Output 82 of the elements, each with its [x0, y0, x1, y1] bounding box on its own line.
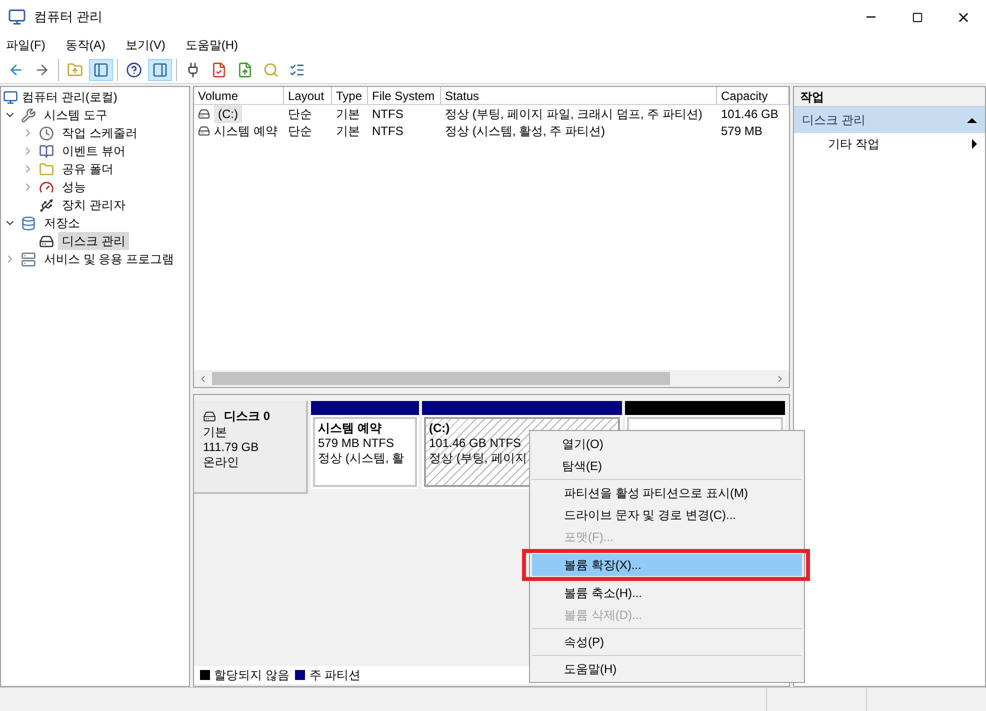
- action-link[interactable]: 기타 작업: [828, 135, 880, 153]
- storage-icon: [21, 216, 36, 230]
- table-cell-text: 단순: [288, 106, 312, 122]
- disk-info: 기본: [203, 425, 228, 440]
- left-panel-icon: [93, 62, 109, 78]
- disk-name: 디스크 0: [224, 408, 270, 425]
- partition-status: 정상 (시스템, 활: [318, 451, 404, 466]
- column-header[interactable]: Capacity: [717, 87, 789, 104]
- app-icon: [8, 8, 26, 26]
- tree-item[interactable]: 시스템 도구: [40, 106, 112, 124]
- tree-item[interactable]: 저장소: [40, 214, 84, 232]
- column-header[interactable]: Layout: [284, 87, 332, 104]
- device-icon: [39, 198, 54, 212]
- table-cell-text: NTFS: [372, 106, 404, 122]
- tree-item[interactable]: 컴퓨터 관리(로컬): [22, 88, 118, 106]
- legend-label: 주 파티션: [309, 667, 361, 684]
- book-icon: [39, 144, 54, 158]
- table-cell-text: NTFS: [372, 122, 404, 140]
- tree-item[interactable]: 작업 스케줄러: [58, 124, 142, 142]
- partition-name: 시스템 예약: [318, 421, 382, 436]
- clock-icon: [39, 126, 54, 140]
- context-menu-item[interactable]: 도움말(H): [532, 658, 802, 680]
- partition-size: 579 MB NTFS: [318, 436, 394, 451]
- table-cell-text: 정상 (시스템, 활성, 주 파티션): [445, 122, 605, 140]
- menu-item[interactable]: 동작(A): [65, 36, 106, 54]
- table-cell-text: 101.46 GB: [721, 106, 778, 122]
- tree-item[interactable]: 공유 폴더: [58, 160, 118, 178]
- horizontal-scrollbar[interactable]: [194, 370, 789, 387]
- table-cell-text: 579 MB: [721, 122, 762, 140]
- table-cell[interactable]: (C:): [214, 104, 242, 122]
- document-check-icon: [211, 62, 227, 78]
- menu-item[interactable]: 도움말(H): [185, 36, 238, 54]
- tree-item[interactable]: 장치 관리자: [58, 196, 130, 214]
- partition-status: 정상 (부팅, 페이지: [429, 451, 527, 466]
- server-icon: [21, 252, 36, 266]
- drive-icon: [198, 124, 210, 136]
- tree-item[interactable]: 디스크 관리: [58, 232, 130, 250]
- tree-item[interactable]: 성능: [58, 178, 90, 196]
- table-cell-text: 정상 (부팅, 페이지 파일, 크래시 덤프, 주 파티션): [445, 106, 702, 122]
- legend-label: 할당되지 않음: [214, 667, 290, 684]
- search-icon: [263, 62, 279, 78]
- document-up-icon: [237, 62, 253, 78]
- tree-item[interactable]: 서비스 및 응용 프로그램: [40, 250, 178, 268]
- disk-info-panel[interactable]: 디스크 0 기본 111.79 GB 온라인: [194, 401, 308, 494]
- submenu-arrow-icon: [972, 139, 977, 149]
- toolbar-button[interactable]: [148, 58, 172, 80]
- column-header[interactable]: File System: [368, 87, 441, 104]
- partition[interactable]: 시스템 예약 579 MB NTFS 정상 (시스템, 활: [311, 401, 419, 489]
- menu-item[interactable]: 보기(V): [125, 36, 166, 54]
- help-icon: [126, 62, 142, 78]
- table-cell-text: 기본: [336, 122, 360, 140]
- column-header[interactable]: Volume: [194, 87, 284, 104]
- gauge-icon: [39, 180, 54, 194]
- window-title: 컴퓨터 관리: [34, 8, 103, 26]
- disk-info: 111.79 GB: [203, 440, 260, 455]
- table-cell-text: 단순: [288, 122, 312, 140]
- partition-size: 101.46 GB NTFS: [429, 436, 522, 451]
- context-menu-item[interactable]: 드라이브 문자 및 경로 변경(C)...: [532, 504, 802, 526]
- drive-icon: [198, 108, 210, 120]
- context-menu-item[interactable]: 볼륨 확장(X)...: [532, 554, 802, 576]
- toolbar-button[interactable]: [89, 58, 113, 80]
- partition-name: (C:): [429, 421, 450, 436]
- menu-item[interactable]: 파일(F): [6, 36, 46, 54]
- folder-icon: [39, 162, 54, 176]
- context-menu-item[interactable]: 볼륨 축소(H)...: [532, 582, 802, 604]
- column-header[interactable]: Type: [332, 87, 368, 104]
- collapse-triangle-icon: [967, 118, 977, 122]
- context-menu-item[interactable]: 속성(P): [532, 631, 802, 653]
- table-cell-text: 기본: [336, 106, 360, 122]
- folder-up-icon: [67, 62, 83, 78]
- checklist-icon: [289, 62, 305, 78]
- section-title: 디스크 관리: [802, 112, 866, 129]
- tree-item[interactable]: 이벤트 뷰어: [58, 142, 130, 160]
- table-cell[interactable]: 시스템 예약: [214, 122, 278, 140]
- wrench-icon: [21, 108, 36, 122]
- actions-header: 작업: [794, 87, 985, 107]
- actions-section[interactable]: 디스크 관리: [794, 107, 985, 133]
- column-header[interactable]: Status: [441, 87, 717, 104]
- computer-icon: [3, 90, 18, 104]
- right-panel-icon: [152, 62, 168, 78]
- disk-info: 온라인: [203, 455, 240, 470]
- maximize-icon: [912, 12, 922, 22]
